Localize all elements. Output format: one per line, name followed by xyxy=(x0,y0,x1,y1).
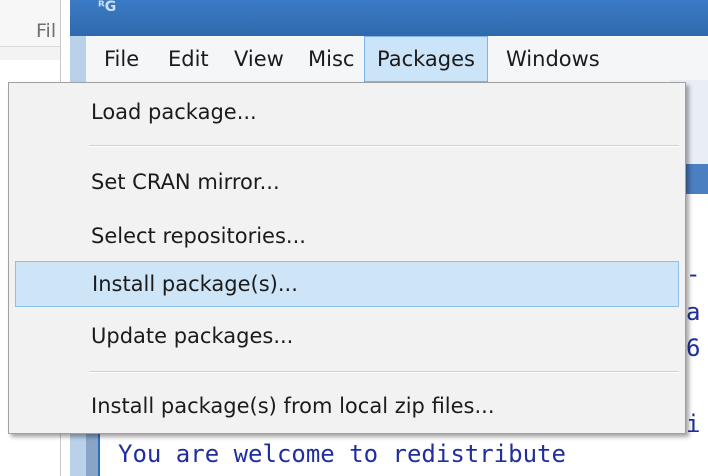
console-line: You are welcome to redistribute xyxy=(118,440,566,468)
menu-misc[interactable]: Misc xyxy=(296,36,366,82)
menu-edit[interactable]: Edit xyxy=(156,36,221,82)
menu-item-load-package[interactable]: Load package... xyxy=(15,89,679,135)
menu-item-install-packages[interactable]: Install package(s)... xyxy=(15,261,679,307)
background-menubar: Fil xyxy=(0,0,60,47)
menu-windows[interactable]: Windows xyxy=(494,36,612,82)
background-menu-file[interactable]: Fil xyxy=(36,20,56,42)
menu-view[interactable]: View xyxy=(222,36,296,82)
title-bar[interactable]: ᴿG xyxy=(70,0,708,36)
menu-separator xyxy=(89,145,679,147)
menu-item-select-repositories[interactable]: Select repositories... xyxy=(15,213,679,259)
menu-file[interactable]: File xyxy=(92,36,151,82)
menu-item-install-from-zip[interactable]: Install package(s) from local zip files.… xyxy=(15,383,679,429)
console-fragment: i xyxy=(686,410,701,438)
menu-item-update-packages[interactable]: Update packages... xyxy=(15,313,679,359)
console-fragment: - xyxy=(686,260,701,288)
menu-separator xyxy=(89,371,679,373)
menubar: File Edit View Misc Packages Windows xyxy=(86,36,708,83)
packages-dropdown-menu: Load package... Set CRAN mirror... Selec… xyxy=(8,82,686,434)
r-logo-icon: ᴿG xyxy=(98,0,117,15)
menu-packages[interactable]: Packages xyxy=(364,36,488,82)
menu-item-set-cran-mirror[interactable]: Set CRAN mirror... xyxy=(15,159,679,205)
console-fragment: 6 xyxy=(686,334,701,362)
console-fragment: a xyxy=(686,298,701,326)
